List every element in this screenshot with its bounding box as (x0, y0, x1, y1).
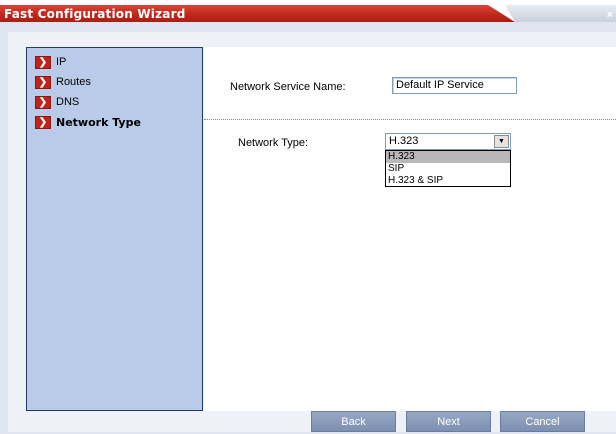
section-divider (204, 119, 616, 120)
arrow-icon: ❯ (35, 115, 51, 129)
window-title: Fast Configuration Wizard (4, 7, 186, 21)
title-bar-right: × (505, 5, 616, 22)
content-panel: Network Service Name: Default IP Service… (204, 47, 616, 411)
option-h323-sip[interactable]: H.323 & SIP (386, 175, 510, 187)
network-type-label: Network Type: (238, 137, 309, 149)
service-name-label: Network Service Name: (230, 81, 346, 93)
chevron-down-icon[interactable]: ▼ (494, 135, 509, 148)
nav-item-label: DNS (56, 96, 80, 108)
arrow-icon: ❯ (35, 75, 51, 89)
wizard-footer: Back Next Cancel (204, 411, 616, 434)
service-name-field[interactable]: Default IP Service (392, 77, 517, 94)
cancel-button[interactable]: Cancel (500, 411, 585, 432)
nav-item-label: IP (56, 56, 67, 68)
nav-item-routes[interactable]: ❯ Routes (35, 74, 91, 90)
nav-item-dns[interactable]: ❯ DNS (35, 94, 79, 110)
nav-item-ip[interactable]: ❯ IP (35, 54, 66, 70)
nav-item-label: Routes (56, 76, 91, 88)
next-button[interactable]: Next (406, 411, 491, 432)
back-button[interactable]: Back (311, 411, 396, 432)
title-bar: Fast Configuration Wizard × (0, 0, 616, 22)
option-h323[interactable]: H.323 (386, 151, 510, 163)
wizard-nav: ❯ IP ❯ Routes ❯ DNS ❯ Network Type (26, 47, 203, 411)
option-sip[interactable]: SIP (386, 163, 510, 175)
network-type-dropdown: H.323 SIP H.323 & SIP (385, 150, 511, 187)
arrow-icon: ❯ (35, 55, 51, 69)
close-icon[interactable]: × (607, 9, 613, 21)
nav-item-label: Network Type (56, 115, 141, 129)
network-type-select[interactable]: H.323 ▼ (385, 133, 511, 150)
nav-item-network-type[interactable]: ❯ Network Type (35, 114, 141, 130)
network-type-value: H.323 (389, 135, 419, 147)
arrow-icon: ❯ (35, 95, 51, 109)
